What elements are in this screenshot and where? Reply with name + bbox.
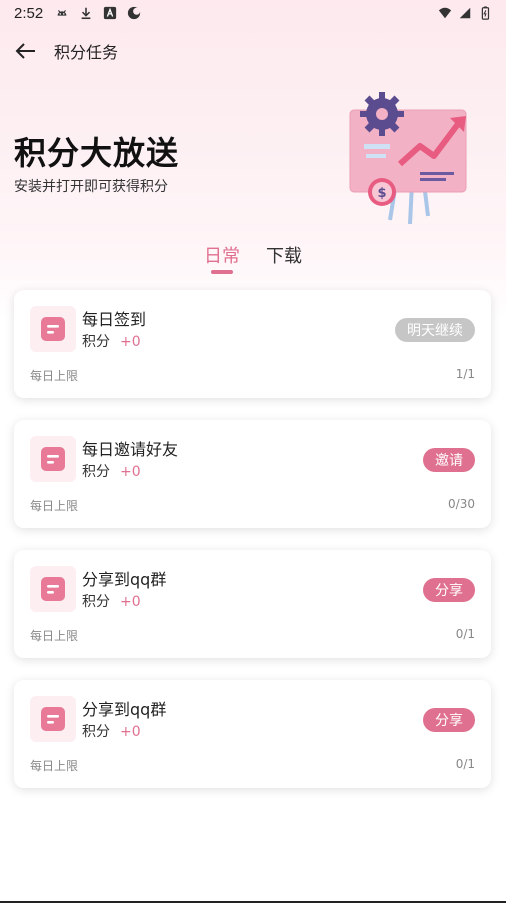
page-title: 积分任务 — [54, 43, 119, 62]
document-icon — [41, 707, 65, 731]
document-icon — [41, 317, 65, 341]
task-limit-value: 0/1 — [455, 627, 475, 641]
task-card-share-qq-group: 分享到qq群 积分 +0 分享 每日上限 0/1 — [14, 550, 491, 658]
nav-bar: 积分任务 — [0, 34, 506, 68]
task-icon — [30, 696, 76, 742]
task-limit-label: 每日上限 — [30, 759, 79, 773]
task-points-value: +0 — [120, 464, 141, 480]
status-icons-right — [438, 6, 492, 20]
task-card-invite-friends: 每日邀请好友 积分 +0 邀请 每日上限 0/30 — [14, 420, 491, 528]
task-limit-value: 1/1 — [455, 367, 475, 381]
task-card-share-qq-group-2: 分享到qq群 积分 +0 分享 每日上限 0/1 — [14, 680, 491, 788]
tab-daily-label: 日常 — [204, 246, 240, 267]
status-icons-left — [55, 6, 141, 20]
task-points-value: +0 — [120, 724, 141, 740]
task-name: 分享到qq群 — [82, 700, 167, 719]
task-points-value: +0 — [120, 594, 141, 610]
document-icon — [41, 577, 65, 601]
task-limit-value: 0/30 — [448, 497, 475, 511]
task-icon — [30, 566, 76, 612]
svg-text:$: $ — [377, 186, 386, 201]
share-button[interactable]: 分享 — [423, 708, 475, 732]
task-points-label: 积分 — [82, 464, 110, 480]
document-icon — [41, 447, 65, 471]
task-name: 每日签到 — [82, 310, 147, 329]
moon-icon — [128, 6, 141, 20]
task-icon — [30, 306, 76, 352]
continue-tomorrow-button[interactable]: 明天继续 — [395, 318, 475, 342]
task-limit-label: 每日上限 — [30, 629, 79, 643]
task-card-daily-checkin: 每日签到 积分 +0 明天继续 每日上限 1/1 — [14, 290, 491, 398]
task-points-label: 积分 — [82, 334, 110, 350]
tab-download-label: 下载 — [266, 246, 302, 267]
invite-button[interactable]: 邀请 — [423, 448, 475, 472]
wifi-icon — [438, 7, 452, 19]
arrow-left-icon — [15, 43, 35, 59]
task-limit-value: 0/1 — [455, 757, 475, 771]
share-button[interactable]: 分享 — [423, 578, 475, 602]
coin-icon: $ — [368, 178, 396, 206]
task-points: 积分 +0 — [82, 591, 141, 611]
tab-daily[interactable]: 日常 — [204, 242, 240, 274]
tab-bar: 日常 下载 — [0, 242, 506, 276]
task-points-label: 积分 — [82, 594, 110, 610]
signal-icon — [459, 7, 471, 19]
status-bar: 2:52 — [0, 0, 506, 26]
growth-chart-illustration: $ — [349, 92, 467, 225]
hero-subtitle: 安装并打开即可获得积分 — [14, 179, 168, 195]
tab-download[interactable]: 下载 — [266, 242, 302, 274]
download-icon — [81, 7, 91, 20]
task-points: 积分 +0 — [82, 331, 141, 351]
task-icon — [30, 436, 76, 482]
task-points: 积分 +0 — [82, 721, 141, 741]
task-points: 积分 +0 — [82, 461, 141, 481]
gear-icon — [360, 92, 404, 136]
task-limit-label: 每日上限 — [30, 369, 79, 383]
task-points-label: 积分 — [82, 724, 110, 740]
android-icon — [57, 10, 67, 16]
a-icon — [104, 6, 117, 20]
tab-indicator — [211, 270, 233, 274]
battery-icon — [481, 6, 490, 20]
task-limit-label: 每日上限 — [30, 499, 79, 513]
task-list: 每日签到 积分 +0 明天继续 每日上限 1/1 每日邀请好友 积分 +0 邀请 每… — [14, 290, 491, 810]
status-time: 2:52 — [14, 4, 44, 22]
task-name: 分享到qq群 — [82, 570, 167, 589]
back-button[interactable] — [12, 37, 40, 65]
task-name: 每日邀请好友 — [82, 440, 179, 459]
task-points-value: +0 — [120, 334, 141, 350]
hero-title: 积分大放送 — [14, 134, 180, 172]
